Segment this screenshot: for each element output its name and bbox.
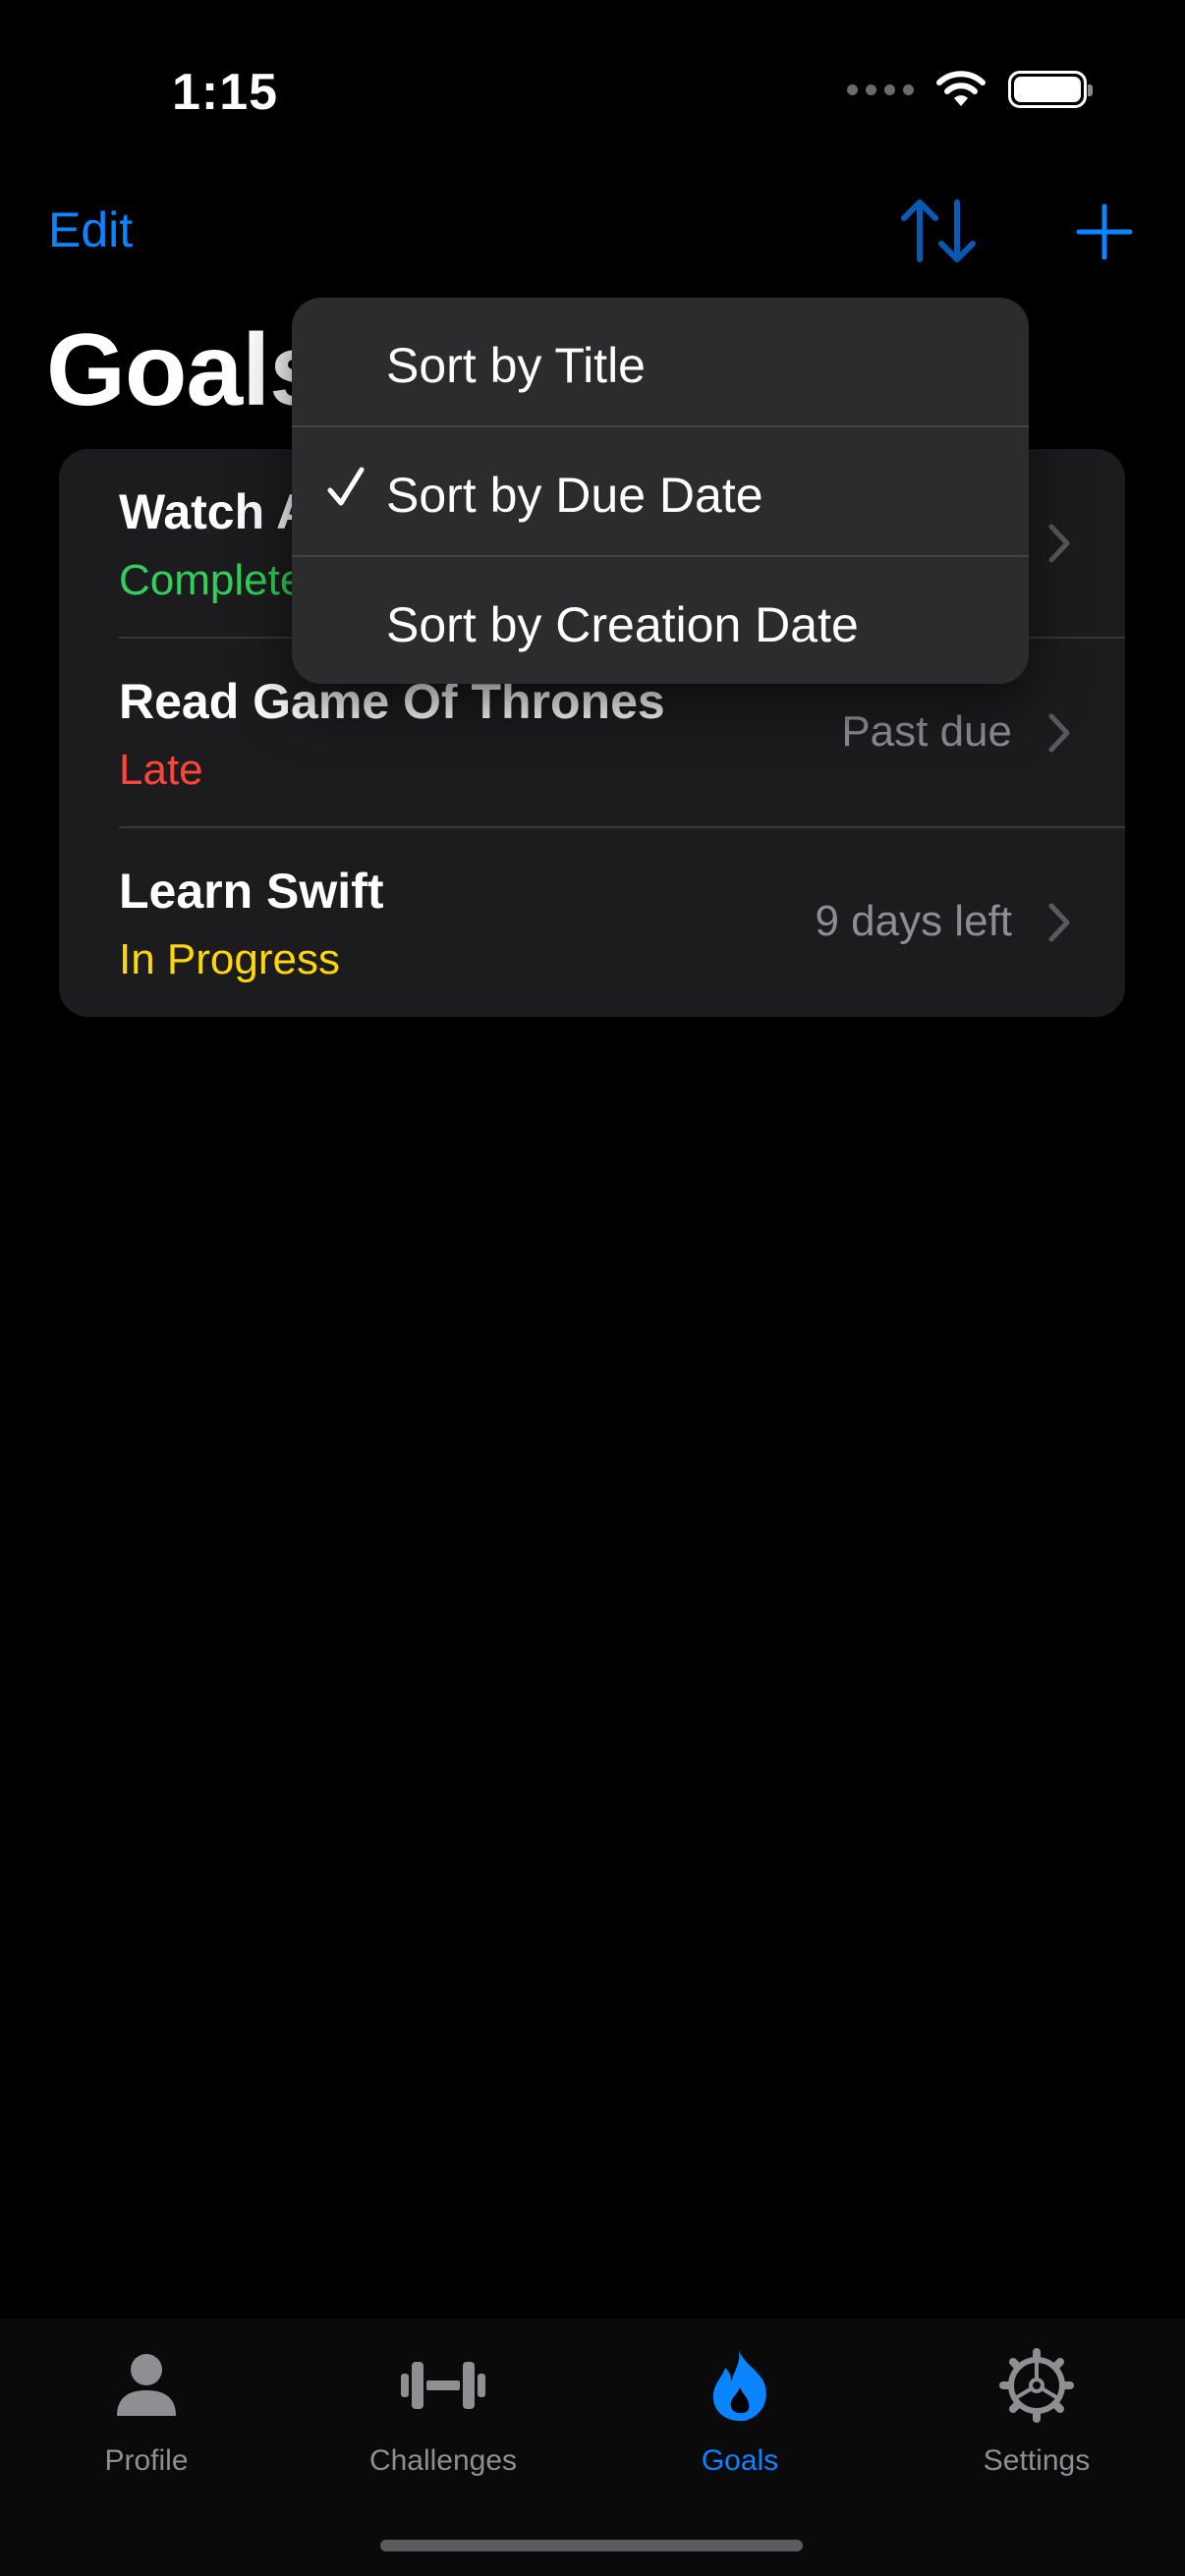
edit-button[interactable]: Edit	[48, 201, 133, 258]
tab-label: Goals	[701, 2444, 779, 2477]
tab-profile[interactable]: Profile	[28, 2346, 264, 2478]
sort-by-due-date-item[interactable]: Sort by Due Date	[292, 427, 1029, 556]
tab-settings[interactable]: Settings	[919, 2346, 1155, 2478]
goal-title: Learn Swift	[119, 864, 384, 919]
status-time: 1:15	[172, 64, 279, 121]
flame-icon	[712, 2350, 766, 2422]
goal-status: Late	[119, 746, 203, 794]
tab-label: Settings	[983, 2444, 1091, 2477]
goal-due: 9 days left	[815, 897, 1012, 945]
wifi-icon	[936, 71, 986, 106]
goal-status: Complete	[119, 556, 305, 604]
tab-goals[interactable]: Goals	[622, 2346, 858, 2478]
dumbbell-icon	[401, 2362, 485, 2409]
sort-icon[interactable]	[896, 196, 981, 265]
menu-item-label: Sort by Title	[386, 338, 646, 393]
tab-challenges[interactable]: Challenges	[325, 2346, 561, 2478]
add-goal-button[interactable]	[1075, 202, 1134, 261]
menu-item-label: Sort by Due Date	[386, 468, 763, 523]
status-icons	[847, 71, 1093, 108]
chevron-right-icon	[1048, 524, 1070, 563]
goal-due: Past due	[841, 707, 1012, 756]
goal-title: Watch A	[119, 484, 312, 539]
home-indicator	[380, 2540, 803, 2551]
sort-by-title-item[interactable]: Sort by Title	[292, 298, 1029, 426]
sort-menu: Sort by Title Sort by Due Date Sort by C…	[292, 298, 1029, 684]
tab-label: Challenges	[368, 2444, 518, 2477]
chevron-right-icon	[1048, 713, 1070, 753]
sort-by-creation-date-item[interactable]: Sort by Creation Date	[292, 557, 1029, 684]
goal-row[interactable]: Learn Swift In Progress 9 days left	[59, 828, 1125, 1017]
person-icon	[117, 2354, 176, 2416]
menu-item-label: Sort by Creation Date	[386, 597, 859, 652]
battery-icon	[1008, 71, 1093, 108]
chevron-right-icon	[1048, 903, 1070, 942]
gear-icon	[999, 2348, 1074, 2423]
cellular-signal-icon	[847, 84, 914, 95]
goal-status: In Progress	[119, 935, 340, 983]
checkmark-icon	[327, 467, 365, 506]
tab-label: Profile	[104, 2444, 189, 2477]
page-title: Goals	[46, 313, 326, 427]
